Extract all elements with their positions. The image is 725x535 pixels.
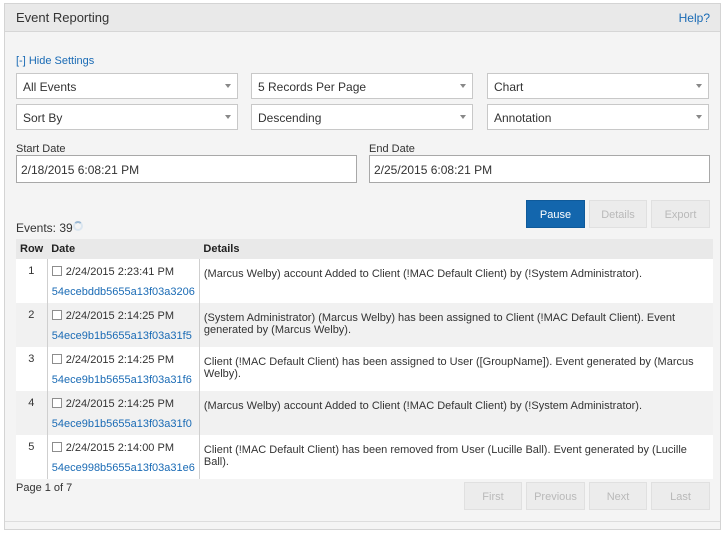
first-page-button[interactable]: First — [464, 482, 522, 510]
next-page-button[interactable]: Next — [589, 482, 647, 510]
event-details: (Marcus Welby) account Added to Client (… — [203, 268, 643, 280]
row-checkbox[interactable] — [51, 398, 62, 409]
event-date: 2/24/2015 2:14:25 PM — [65, 398, 174, 410]
row-number: 1 — [28, 265, 35, 277]
pause-button[interactable]: Pause — [526, 200, 585, 228]
event-filter-select[interactable]: All Events — [16, 73, 238, 99]
event-date: 2/24/2015 2:14:00 PM — [65, 442, 174, 454]
date-cell: 2/24/2015 2:14:25 PM 54ece9b1b5655a13f03… — [46, 303, 200, 347]
event-id-link[interactable]: 54ece9b1b5655a13f03a31f5 — [52, 330, 195, 342]
chevron-down-icon — [460, 84, 466, 88]
chevron-down-icon — [696, 115, 702, 119]
export-button[interactable]: Export — [651, 200, 710, 228]
sort-by-value: Sort By — [23, 111, 63, 125]
view-mode-select[interactable]: Chart — [487, 73, 709, 99]
column-header-row[interactable]: Row — [16, 239, 48, 259]
table-row: 4 2/24/2015 2:14:25 PM 54ece9b1b5655a13f… — [16, 391, 713, 435]
table-row: 2 2/24/2015 2:14:25 PM 54ece9b1b5655a13f… — [16, 303, 713, 347]
chevron-down-icon — [225, 115, 231, 119]
event-id-link[interactable]: 54ecebddb5655a13f03a3206 — [52, 286, 195, 298]
panel-header: Event Reporting Help? — [5, 4, 720, 32]
table-row: 3 2/24/2015 2:14:25 PM 54ece9b1b5655a13f… — [16, 347, 713, 391]
event-reporting-panel: Event Reporting Help? [-] Hide Settings … — [4, 3, 721, 530]
row-number: 5 — [28, 441, 35, 453]
date-cell: 2/24/2015 2:23:41 PM 54ecebddb5655a13f03… — [46, 259, 200, 303]
sort-by-select[interactable]: Sort By — [16, 104, 238, 130]
chevron-down-icon — [225, 84, 231, 88]
chevron-down-icon — [460, 115, 466, 119]
event-id-link[interactable]: 54ece9b1b5655a13f03a31f6 — [52, 374, 195, 386]
end-date-value: 2/25/2015 6:08:21 PM — [374, 163, 493, 177]
loading-spinner-icon — [73, 221, 83, 231]
records-per-page-select[interactable]: 5 Records Per Page — [251, 73, 473, 99]
start-date-label: Start Date — [16, 143, 66, 155]
row-checkbox[interactable] — [51, 266, 62, 277]
page-title: Event Reporting — [16, 10, 110, 25]
start-date-field[interactable]: 2/18/2015 6:08:21 PM — [16, 155, 357, 183]
help-link[interactable]: Help? — [679, 11, 710, 25]
row-number: 2 — [16, 303, 48, 347]
event-id-link[interactable]: 54ece9b1b5655a13f03a31f0 — [52, 418, 195, 430]
events-table: Row Date Details 1 2/24/2015 2:23:41 PM … — [16, 239, 713, 479]
details-button[interactable]: Details — [589, 200, 647, 228]
table-header-row: Row Date Details — [16, 239, 713, 259]
sort-order-select[interactable]: Descending — [251, 104, 473, 130]
event-details: (System Administrator) (Marcus Welby) ha… — [199, 303, 713, 347]
event-id-link[interactable]: 54ece998b5655a13f03a31e6 — [52, 462, 195, 474]
annotation-value: Annotation — [494, 111, 552, 125]
event-details: (Marcus Welby) account Added to Client (… — [199, 391, 713, 435]
column-header-date[interactable]: Date — [47, 239, 200, 259]
row-checkbox[interactable] — [51, 310, 62, 321]
event-details: Client (!MAC Default Client) has been re… — [203, 444, 687, 468]
chevron-down-icon — [696, 84, 702, 88]
end-date-field[interactable]: 2/25/2015 6:08:21 PM — [369, 155, 710, 183]
start-date-value: 2/18/2015 6:08:21 PM — [21, 163, 140, 177]
last-page-button[interactable]: Last — [651, 482, 710, 510]
table-row: 5 2/24/2015 2:14:00 PM 54ece998b5655a13f… — [16, 435, 713, 479]
column-header-details[interactable]: Details — [199, 239, 713, 259]
sort-order-value: Descending — [258, 111, 322, 125]
date-cell: 2/24/2015 2:14:00 PM 54ece998b5655a13f03… — [46, 435, 200, 479]
hide-settings-link[interactable]: [-] Hide Settings — [16, 55, 94, 67]
event-filter-value: All Events — [23, 80, 77, 94]
previous-page-button[interactable]: Previous — [526, 482, 585, 510]
date-cell: 2/24/2015 2:14:25 PM 54ece9b1b5655a13f03… — [46, 347, 200, 391]
row-checkbox[interactable] — [51, 354, 62, 365]
annotation-select[interactable]: Annotation — [487, 104, 709, 130]
event-date: 2/24/2015 2:23:41 PM — [65, 266, 174, 278]
table-row: 1 2/24/2015 2:23:41 PM 54ecebddb5655a13f… — [16, 259, 713, 303]
row-number: 4 — [16, 391, 48, 435]
end-date-label: End Date — [369, 143, 415, 155]
event-date: 2/24/2015 2:14:25 PM — [65, 310, 174, 322]
view-mode-value: Chart — [494, 80, 524, 94]
event-date: 2/24/2015 2:14:25 PM — [65, 354, 174, 366]
events-count: Events: 39 — [16, 221, 73, 235]
panel-footer-divider — [5, 521, 720, 522]
row-number: 3 — [28, 353, 35, 365]
page-info: Page 1 of 7 — [16, 482, 73, 494]
records-per-page-value: 5 Records Per Page — [258, 80, 367, 94]
row-checkbox[interactable] — [51, 442, 62, 453]
event-details: Client (!MAC Default Client) has been as… — [203, 356, 694, 380]
date-cell: 2/24/2015 2:14:25 PM 54ece9b1b5655a13f03… — [46, 391, 200, 435]
